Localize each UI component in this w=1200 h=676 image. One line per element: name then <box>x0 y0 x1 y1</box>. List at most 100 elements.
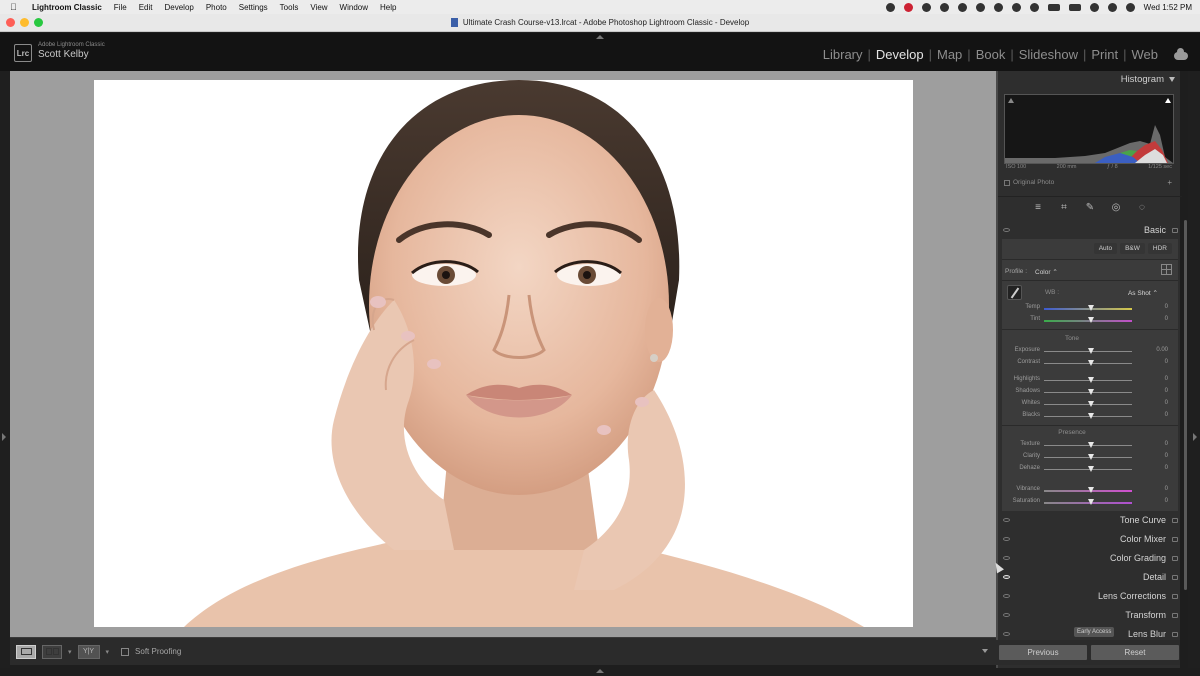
eye-icon[interactable] <box>1003 575 1010 579</box>
panel-color-grading[interactable]: Color Grading <box>998 549 1182 568</box>
left-panel-edge[interactable] <box>0 71 10 668</box>
slider-knob[interactable] <box>1088 377 1094 383</box>
profile-browser-icon[interactable] <box>1161 264 1172 275</box>
circle-app-icon[interactable] <box>993 2 1003 12</box>
slider-knob[interactable] <box>1088 499 1094 505</box>
module-print[interactable]: Print <box>1087 47 1122 62</box>
reset-button[interactable]: Reset <box>1091 645 1179 660</box>
panel-transform[interactable]: Transform <box>998 606 1182 625</box>
slider-value[interactable]: 0 <box>1140 412 1168 418</box>
play-icon[interactable] <box>921 2 931 12</box>
slider-clarity[interactable]: Clarity 0 <box>1002 452 1178 462</box>
panel-tone-curve[interactable]: Tone Curve <box>998 511 1182 530</box>
toolbar-menu-icon[interactable] <box>982 649 988 653</box>
slider-exposure[interactable]: Exposure 0.00 <box>1002 346 1178 356</box>
wb-eyedropper-icon[interactable] <box>1007 285 1022 300</box>
module-library[interactable]: Library <box>819 47 867 62</box>
menu-tools[interactable]: Tools <box>280 3 299 12</box>
control-center-icon[interactable] <box>1125 2 1135 12</box>
switch-icon[interactable] <box>1172 594 1178 599</box>
right-panel-edge[interactable] <box>1188 71 1200 668</box>
s-app-icon[interactable] <box>957 2 967 12</box>
search-icon[interactable] <box>1107 2 1117 12</box>
wb-select[interactable]: As Shot ⌃ <box>1128 289 1158 297</box>
previous-button[interactable]: Previous <box>999 645 1087 660</box>
menu-edit[interactable]: Edit <box>139 3 153 12</box>
basic-panel-header[interactable]: Basic <box>998 221 1182 240</box>
switch-icon[interactable] <box>1172 537 1178 542</box>
soft-proofing-checkbox[interactable] <box>121 647 130 656</box>
collapse-top-panel-icon[interactable] <box>596 35 604 39</box>
switch-icon[interactable] <box>1172 632 1178 637</box>
slider-saturation[interactable]: Saturation 0 <box>1002 497 1178 507</box>
eye-icon[interactable] <box>1003 537 1010 541</box>
right-panel-scrollbar[interactable] <box>1184 220 1187 590</box>
minimize-window-button[interactable] <box>20 18 29 27</box>
clock[interactable]: Wed 1:52 PM <box>1144 3 1192 12</box>
close-window-button[interactable] <box>6 18 15 27</box>
before-after-dropdown-icon[interactable]: ▾ <box>68 648 72 656</box>
slider-knob[interactable] <box>1088 389 1094 395</box>
slider-texture[interactable]: Texture 0 <box>1002 440 1178 450</box>
zoom-window-button[interactable] <box>34 18 43 27</box>
cloud-icon[interactable] <box>1174 48 1188 60</box>
bw-button[interactable]: B&W <box>1120 243 1145 254</box>
module-slideshow[interactable]: Slideshow <box>1015 47 1082 62</box>
c-app-icon[interactable] <box>975 2 985 12</box>
leaf-icon[interactable] <box>1029 2 1039 12</box>
slider-value[interactable]: 0 <box>1140 453 1168 459</box>
menu-develop[interactable]: Develop <box>164 3 193 12</box>
panel-color-mixer[interactable]: Color Mixer <box>998 530 1182 549</box>
slider-value[interactable]: 0.00 <box>1140 347 1168 353</box>
slider-knob[interactable] <box>1088 305 1094 311</box>
module-develop[interactable]: Develop <box>872 47 928 62</box>
slider-knob[interactable] <box>1088 442 1094 448</box>
slider-highlights[interactable]: Highlights 0 <box>1002 375 1178 385</box>
panel-detail[interactable]: Detail <box>998 568 1182 587</box>
slider-vibrance[interactable]: Vibrance 0 <box>1002 485 1178 495</box>
battery-icon[interactable] <box>1068 3 1081 11</box>
slider-knob[interactable] <box>1088 466 1094 472</box>
menu-app-name[interactable]: Lightroom Classic <box>32 3 102 12</box>
apple-icon[interactable]:  <box>10 2 24 12</box>
slider-value[interactable]: 0 <box>1140 388 1168 394</box>
slider-knob[interactable] <box>1088 317 1094 323</box>
wifi-icon[interactable] <box>1089 2 1099 12</box>
slider-value[interactable]: 0 <box>1140 316 1168 322</box>
slider-value[interactable]: 0 <box>1140 498 1168 504</box>
eye-icon[interactable] <box>1003 518 1010 522</box>
basic-visibility-icon[interactable] <box>1003 228 1010 232</box>
module-map[interactable]: Map <box>933 47 966 62</box>
slider-knob[interactable] <box>1088 360 1094 366</box>
notification-icon[interactable] <box>903 2 913 12</box>
menu-help[interactable]: Help <box>380 3 396 12</box>
slider-tint[interactable]: Tint 0 <box>1002 315 1178 325</box>
masking-icon[interactable]: ◌ <box>1136 201 1149 214</box>
slider-value[interactable]: 0 <box>1140 465 1168 471</box>
before-after-button[interactable] <box>42 644 62 659</box>
portrait-photo[interactable] <box>94 80 913 627</box>
slider-value[interactable]: 0 <box>1140 400 1168 406</box>
histogram-collapse-icon[interactable] <box>1169 77 1175 82</box>
copy-settings-dropdown-icon[interactable]: ▾ <box>106 648 110 656</box>
eye-icon[interactable] <box>1003 594 1010 598</box>
slider-value[interactable]: 0 <box>1140 376 1168 382</box>
panel-lens-corrections[interactable]: Lens Corrections <box>998 587 1182 606</box>
collapse-right-panel-icon[interactable] <box>1193 433 1197 441</box>
eye-icon[interactable] <box>1003 613 1010 617</box>
slider-knob[interactable] <box>1088 413 1094 419</box>
menu-view[interactable]: View <box>310 3 327 12</box>
hdr-button[interactable]: HDR <box>1147 243 1172 254</box>
expand-left-panel-icon[interactable] <box>2 433 6 441</box>
slider-whites[interactable]: Whites 0 <box>1002 399 1178 409</box>
eye-icon[interactable] <box>1003 632 1010 636</box>
histogram-header[interactable]: Histogram <box>998 71 1182 89</box>
basic-collapse-icon[interactable] <box>1172 228 1178 233</box>
menu-photo[interactable]: Photo <box>206 3 227 12</box>
eye-icon[interactable] <box>1003 556 1010 560</box>
healing-icon[interactable]: ✎ <box>1084 201 1097 214</box>
slider-knob[interactable] <box>1088 487 1094 493</box>
crop-icon[interactable]: ⌗ <box>1058 201 1071 214</box>
slider-value[interactable]: 0 <box>1140 304 1168 310</box>
module-book[interactable]: Book <box>972 47 1010 62</box>
